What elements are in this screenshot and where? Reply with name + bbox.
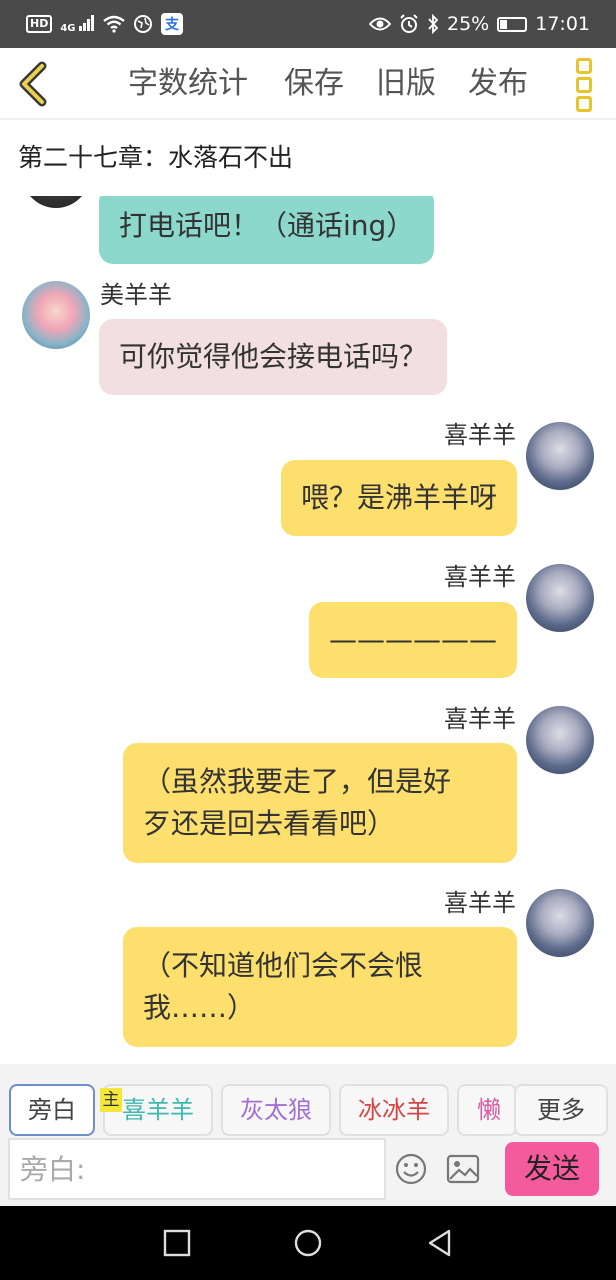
eye-icon	[369, 17, 391, 31]
more-dot	[576, 77, 592, 93]
vpn-icon	[134, 15, 152, 33]
alipay-icon: 支	[161, 13, 183, 35]
alarm-icon	[400, 14, 418, 33]
message-bubble[interactable]: 可你觉得他会接电话吗？	[99, 319, 448, 395]
role-lanyangyang-button[interactable]: 懒羊羊	[457, 1084, 517, 1136]
avatar[interactable]	[22, 281, 90, 349]
avatar[interactable]	[526, 564, 594, 632]
signal-icon: 4G	[60, 14, 95, 34]
main-character-badge: 主	[100, 1088, 122, 1112]
chat-area[interactable]: 打电话吧！（通话ing） 美羊羊 可你觉得他会接电话吗？ 喜羊羊 喂？是沸羊羊呀…	[0, 196, 616, 1064]
status-left: HD 4G 支	[26, 13, 183, 35]
smiley-icon	[395, 1153, 427, 1185]
chapter-title[interactable]: 第二十七章：水落石不出	[18, 140, 293, 176]
chevron-left-icon	[19, 61, 47, 107]
role-huitailang-button[interactable]: 灰太狼	[221, 1084, 331, 1136]
message-bubble[interactable]: （不知道他们会不会恨 我……）	[123, 927, 517, 1047]
message-bubble[interactable]: ——————	[309, 602, 517, 678]
avatar[interactable]	[22, 196, 90, 208]
message-input[interactable]	[10, 1140, 384, 1198]
more-roles-button[interactable]: 更多	[514, 1084, 608, 1136]
more-menu-icon[interactable]	[572, 58, 596, 112]
message-line: 歹还是回去看看吧）	[143, 807, 396, 840]
battery-icon	[497, 16, 528, 32]
avatar[interactable]	[526, 706, 594, 774]
back-triangle-icon[interactable]	[425, 1228, 455, 1258]
network-type-label: 4G	[60, 22, 76, 34]
avatar[interactable]	[526, 422, 594, 490]
picture-icon	[446, 1154, 480, 1184]
message-line: 我……）	[143, 991, 256, 1024]
publish-button[interactable]: 发布	[468, 66, 528, 102]
back-button[interactable]	[14, 60, 54, 108]
recent-apps-icon[interactable]	[162, 1228, 192, 1258]
signal-bars-icon	[79, 14, 94, 31]
system-nav-bar	[0, 1206, 616, 1280]
top-toolbar: 字数统计 保存 旧版 发布	[0, 48, 616, 120]
message-line: （不知道他们会不会恨	[143, 949, 424, 982]
speaker-name: 喜羊羊	[444, 889, 516, 917]
bluetooth-icon	[428, 14, 439, 34]
status-right: 25% 17:01	[369, 13, 590, 35]
role-narration-button[interactable]: 旁白	[9, 1084, 95, 1136]
role-bingbingyang-button[interactable]: 冰冰羊	[339, 1084, 449, 1136]
speaker-name: 美羊羊	[100, 281, 172, 309]
message-bubble[interactable]: 喂？是沸羊羊呀	[280, 460, 517, 536]
more-dot	[576, 96, 592, 112]
battery-percent: 25%	[447, 13, 490, 35]
emoji-icon[interactable]	[394, 1152, 428, 1186]
message-line: （虽然我要走了，但是好	[143, 765, 452, 798]
composer-panel: 旁白 喜羊羊 主 灰太狼 冰冰羊 懒羊羊 更多 发送	[0, 1064, 616, 1206]
clock: 17:01	[535, 13, 590, 35]
home-icon[interactable]	[293, 1228, 323, 1258]
word-count-button[interactable]: 字数统计	[128, 66, 248, 102]
status-bar: HD 4G 支 25% 17:01	[0, 0, 616, 48]
old-version-button[interactable]: 旧版	[376, 66, 436, 102]
wifi-icon	[103, 15, 125, 33]
save-button[interactable]: 保存	[284, 66, 344, 102]
screen: HD 4G 支 25% 17:01 字数统计 保存 旧版 发布 第二十七章：水落…	[0, 0, 616, 1280]
speaker-name: 喜羊羊	[444, 563, 516, 591]
send-button[interactable]: 发送	[505, 1142, 599, 1196]
message-bubble[interactable]: （虽然我要走了，但是好 歹还是回去看看吧）	[123, 743, 517, 863]
message-bubble[interactable]: 打电话吧！（通话ing）	[99, 196, 435, 264]
hd-icon: HD	[26, 15, 53, 33]
speaker-name: 喜羊羊	[444, 705, 516, 733]
message-input-wrapper	[8, 1138, 386, 1200]
image-icon[interactable]	[446, 1154, 480, 1184]
more-dot	[576, 58, 592, 74]
avatar[interactable]	[526, 889, 594, 957]
speaker-name: 喜羊羊	[444, 421, 516, 449]
